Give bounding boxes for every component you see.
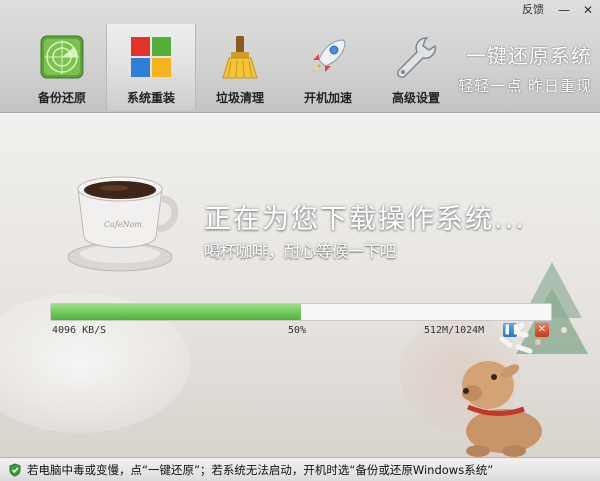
nav-label: 备份还原: [37, 91, 86, 105]
nav-label: 高级设置: [391, 91, 440, 105]
nav-item-boot-speedup[interactable]: 开机加速: [284, 24, 372, 110]
pause-button[interactable]: ❚❚: [503, 323, 520, 337]
nav-item-system-reinstall[interactable]: 系统重装: [106, 24, 196, 110]
header-toolbar: 反馈 — ✕ 备份还原 系统重装 垃圾清理 开机加速 高级设置 一键还原系统 轻…: [0, 0, 600, 113]
minimize-button[interactable]: —: [552, 1, 576, 19]
nav-label: 开机加速: [303, 91, 352, 105]
shield-check-icon: [9, 462, 21, 477]
window-controls: 反馈 — ✕: [514, 0, 600, 20]
download-title: 正在为您下载操作系统...: [204, 204, 526, 235]
status-bar: 若电脑中毒或变慢，点“一键还原”；若系统无法启动，开机时选“备份或还原Windo…: [0, 457, 600, 481]
broom-icon: [222, 36, 258, 79]
feedback-link[interactable]: 反馈: [514, 0, 552, 20]
download-panel: CafeNom 正在为您下载操作系统... 喝杯咖啡，耐心等候一下吧 4096 …: [0, 113, 600, 457]
slogan-title: 一键还原系统: [466, 44, 592, 68]
nav-item-backup-restore[interactable]: 备份还原: [18, 24, 106, 110]
nav-label: 系统重装: [126, 91, 175, 105]
brand-slogan: 一键还原系统 轻轻一点 昨日重现: [458, 40, 592, 96]
status-hint-text: 若电脑中毒或变慢，点“一键还原”；若系统无法启动，开机时选“备份或还原Windo…: [27, 462, 494, 477]
coffee-cup-illustration: CafeNom: [67, 176, 179, 272]
wrench-icon: [397, 37, 437, 78]
nav-item-junk-cleanup[interactable]: 垃圾清理: [196, 24, 284, 110]
download-speed: 4096 KB/S: [52, 325, 107, 336]
radar-icon: [40, 35, 84, 79]
nav-label: 垃圾清理: [215, 91, 264, 105]
nav-item-advanced-settings[interactable]: 高级设置: [372, 24, 460, 110]
cup-brand-text: CafeNom: [104, 220, 142, 229]
download-percent: 50%: [288, 325, 307, 336]
slogan-subtitle: 轻轻一点 昨日重现: [458, 77, 592, 95]
rocket-icon: [311, 39, 346, 74]
progress-fill: [51, 304, 301, 320]
download-subtitle: 喝杯咖啡，耐心等候一下吧: [204, 242, 397, 261]
windows-logo-icon: [131, 37, 171, 77]
download-progress-bar: [50, 303, 552, 321]
reindeer-figurine: [462, 323, 542, 457]
close-button[interactable]: ✕: [576, 1, 600, 19]
main-nav: 备份还原 系统重装 垃圾清理 开机加速 高级设置: [18, 24, 460, 110]
download-size: 512M/1024M: [424, 325, 485, 336]
cancel-button[interactable]: ✕: [535, 323, 549, 337]
